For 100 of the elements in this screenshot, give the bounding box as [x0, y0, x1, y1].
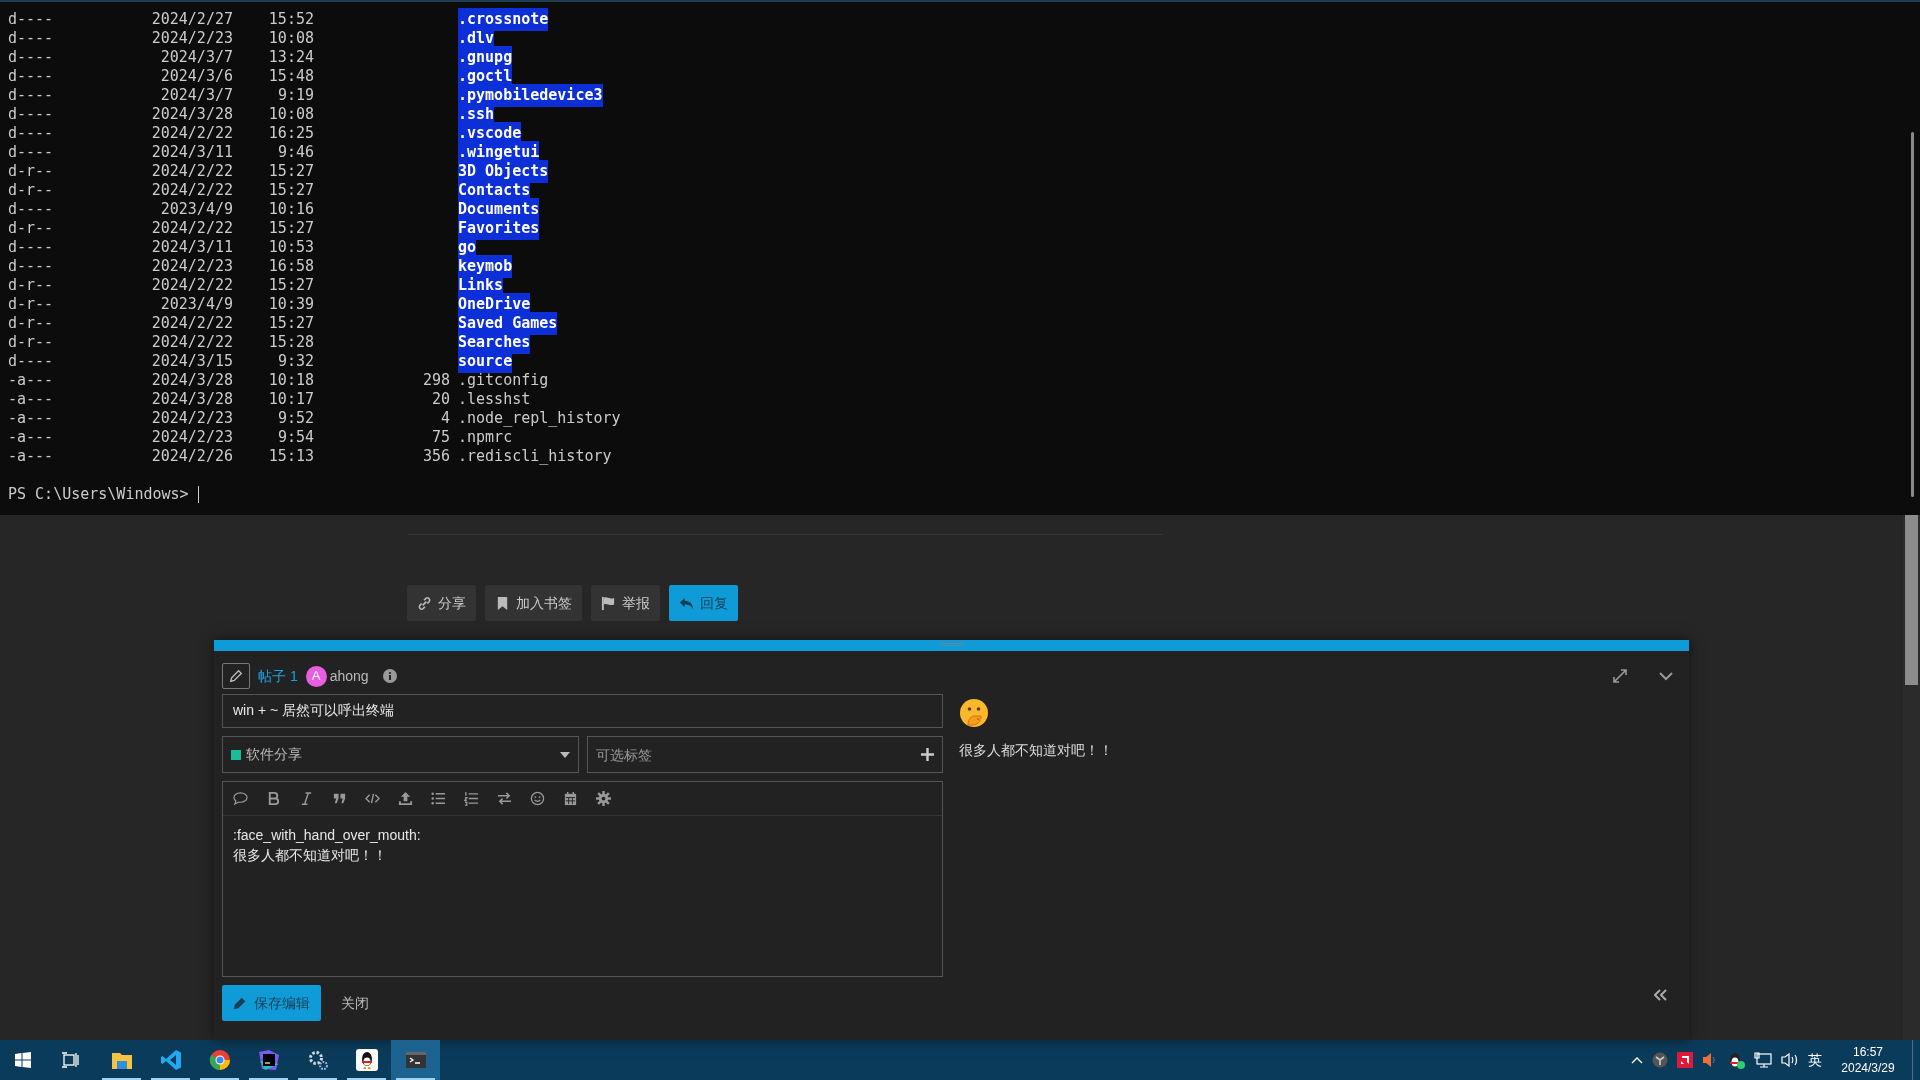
editor-panel[interactable]: :face_with_hand_over_mouth: 很多人都不知道对吧！！ [222, 781, 943, 977]
file-date: 2024/3/28 [150, 104, 233, 126]
penguin-icon [355, 1049, 378, 1071]
file-mode: d---- [8, 9, 55, 31]
reply-button[interactable]: 回复 [669, 585, 738, 621]
scrollbar-thumb[interactable] [1905, 515, 1918, 685]
file-name: 3D Objects [458, 160, 549, 183]
browser-circle-icon [208, 1049, 231, 1071]
file-size: 4 [439, 408, 450, 430]
tags-field[interactable]: 可选标签 [587, 736, 943, 773]
terminal-icon [404, 1049, 427, 1071]
file-date: 2024/3/6 [159, 66, 233, 88]
flag-button[interactable]: 举报 [591, 585, 660, 621]
file-mode: d---- [8, 104, 55, 126]
expand-icon[interactable] [1613, 669, 1627, 683]
file-mode: -a--- [8, 427, 55, 449]
file-name: .npmrc [458, 427, 513, 449]
category-select[interactable]: 软件分享 [222, 736, 579, 773]
file-mode: -a--- [8, 408, 55, 430]
file-mode: -a--- [8, 370, 55, 392]
numbered-list-icon[interactable] [464, 791, 479, 806]
file-date: 2024/3/28 [150, 389, 233, 411]
file-time: 16:25 [267, 123, 314, 145]
chevron-up-icon[interactable] [1631, 1056, 1643, 1064]
smiley-icon[interactable] [530, 791, 545, 806]
upload-icon[interactable] [398, 791, 413, 806]
swap-arrows-icon[interactable] [497, 791, 512, 806]
add-icon[interactable] [921, 748, 934, 761]
file-date: 2024/3/11 [150, 142, 233, 164]
file-time: 15:48 [267, 66, 314, 88]
editor-field[interactable]: :face_with_hand_over_mouth: 很多人都不知道对吧！！ [223, 816, 942, 976]
speech-bubble-icon[interactable] [233, 791, 248, 806]
file-time: 10:17 [267, 389, 314, 411]
link-button[interactable]: 分享 [407, 585, 476, 621]
file-date: 2024/3/7 [159, 47, 233, 69]
bookmark-button[interactable]: 加入书签 [485, 585, 582, 621]
input-method-indicator[interactable]: 英 [1808, 1049, 1822, 1071]
title-field[interactable]: win + ~ 居然可以呼出终端 [222, 694, 943, 728]
file-mode: d-r-- [8, 332, 55, 354]
file-mode: d-r-- [8, 294, 55, 316]
italic-icon[interactable] [299, 791, 314, 806]
file-time: 10:53 [267, 237, 314, 259]
taskbar-app-button[interactable] [391, 1040, 440, 1080]
file-time: 10:18 [267, 370, 314, 392]
double-chevron-left-icon[interactable] [1654, 989, 1667, 1001]
calendar-icon[interactable] [563, 791, 578, 806]
driver-app-icon[interactable] [1677, 1052, 1693, 1068]
file-mode: d-r-- [8, 180, 55, 202]
penguin-icon[interactable] [1727, 1051, 1745, 1069]
face-with-hand-emoji [959, 698, 989, 728]
bookmark-icon [495, 595, 510, 611]
file-name: .gitconfig [458, 370, 549, 392]
file-time: 15:13 [267, 446, 314, 468]
code-editor-icon [159, 1049, 182, 1071]
save-button[interactable]: 保存编辑 [222, 985, 321, 1021]
post-link[interactable]: 帖子 1 [258, 665, 298, 687]
file-mode: d-r-- [8, 275, 55, 297]
network-icon[interactable] [1754, 1052, 1772, 1068]
quote-icon[interactable] [332, 791, 347, 806]
file-name: Favorites [458, 217, 540, 240]
file-date: 2023/4/9 [159, 199, 233, 221]
circle-logo-icon[interactable] [1652, 1052, 1668, 1068]
file-time: 10:08 [267, 28, 314, 50]
pencil-icon [233, 996, 247, 1010]
file-date: 2024/2/26 [150, 446, 233, 468]
file-mode: d---- [8, 66, 55, 88]
text-cursor [197, 486, 199, 503]
volume-icon[interactable] [1781, 1052, 1799, 1068]
file-time: 15:27 [267, 180, 314, 202]
file-name: Saved Games [458, 312, 558, 335]
file-name: .lesshst [458, 389, 531, 411]
file-size: 75 [430, 427, 450, 449]
close-button[interactable]: 关闭 [339, 992, 371, 1014]
edit-mode-button[interactable] [222, 663, 250, 689]
bold-icon[interactable] [266, 791, 281, 806]
prompt-text: PS C:\Users\Windows> [8, 484, 189, 506]
clock-date[interactable]: 2024/3/29 [1841, 1060, 1895, 1076]
file-mode: d---- [8, 28, 55, 50]
task-view-icon [62, 1052, 79, 1068]
speaker-icon[interactable] [1702, 1052, 1718, 1068]
clock-time[interactable]: 16:57 [1853, 1044, 1883, 1060]
file-mode: d-r-- [8, 161, 55, 183]
preview-text: 很多人都不知道对吧！！ [959, 741, 1114, 760]
file-date: 2024/3/7 [159, 85, 233, 107]
settings-icon[interactable] [596, 791, 611, 806]
category-color-square [231, 749, 241, 760]
file-time: 9:54 [276, 427, 314, 449]
file-time: 15:27 [267, 161, 314, 183]
file-size: 298 [421, 370, 450, 392]
file-mode: d---- [8, 123, 55, 145]
file-time: 15:27 [267, 218, 314, 240]
info-icon[interactable] [382, 669, 397, 683]
file-date: 2024/2/22 [150, 218, 233, 240]
file-date: 2024/2/22 [150, 275, 233, 297]
file-date: 2024/2/27 [150, 9, 233, 31]
collapse-chevron-icon[interactable] [1659, 671, 1673, 681]
file-date: 2024/2/22 [150, 180, 233, 202]
bulleted-list-icon[interactable] [431, 791, 446, 806]
username[interactable]: ahong [329, 665, 369, 687]
code-icon[interactable] [365, 791, 380, 806]
